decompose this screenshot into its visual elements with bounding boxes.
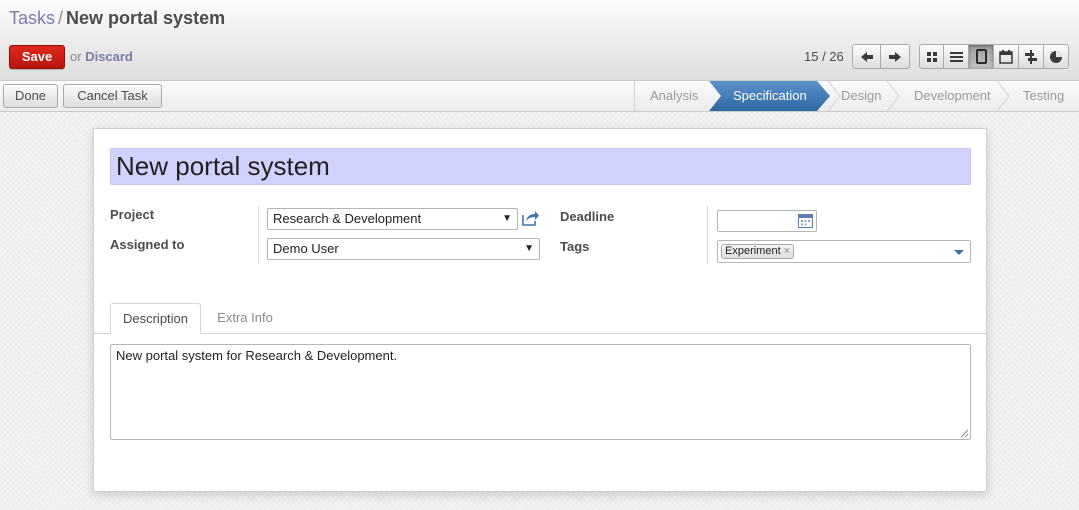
breadcrumb-current: New portal system [66,8,226,28]
tags-input[interactable]: Experiment × [717,240,971,263]
pager-counter[interactable]: 15 / 26 [804,49,844,64]
deadline-label: Deadline [560,209,615,224]
graph-view-button[interactable] [1044,44,1069,69]
calendar-view-button[interactable] [994,44,1019,69]
status-bar: Done Cancel Task Analysis Specification … [0,81,1079,112]
assigned-to-select[interactable]: Demo User ▼ [267,238,540,260]
resize-handle-icon[interactable] [960,429,969,438]
stage-bar: Analysis Specification Design Developmen… [634,81,1079,111]
stage-development[interactable]: Development [914,81,991,111]
view-switcher [919,44,1069,69]
stage-design[interactable]: Design [841,81,881,111]
discard-button[interactable]: Discard [85,49,133,64]
project-select[interactable]: Research & Development ▼ [267,208,518,230]
tag-chip: Experiment × [721,244,795,259]
deadline-input[interactable] [717,210,817,232]
arrow-left-icon [860,51,873,62]
task-title-input[interactable]: New portal system [110,148,971,185]
description-textarea[interactable]: New portal system for Research & Develop… [110,344,971,440]
tab-extra-info[interactable]: Extra Info [204,303,286,334]
kanban-view-button[interactable] [919,44,944,69]
list-view-button[interactable] [944,44,969,69]
save-button[interactable]: Save [9,45,65,69]
stage-analysis[interactable]: Analysis [650,81,698,111]
form-view-icon [975,49,987,64]
form-sheet: New portal system Project Assigned to Re… [93,128,987,492]
previous-record-button[interactable] [852,44,881,69]
top-bar: Tasks / New portal system Save or Discard … [0,0,1079,81]
pager-buttons [852,44,910,69]
stage-specification[interactable]: Specification [733,81,807,111]
stage-separator-icon [996,81,1010,111]
list-view-icon [949,52,963,62]
stage-separator-icon [886,81,900,111]
gantt-view-button[interactable] [1019,44,1044,69]
gantt-view-icon [1025,49,1037,64]
form-view-button[interactable] [969,44,994,69]
dropdown-caret-icon: ▼ [502,213,512,224]
next-record-button[interactable] [881,44,910,69]
kanban-view-icon [926,51,937,62]
assigned-to-label: Assigned to [110,237,185,252]
breadcrumb: Tasks / New portal system [9,8,225,29]
breadcrumb-separator: / [58,8,64,28]
stage-separator-icon [827,81,841,111]
calendar-picker-icon[interactable] [798,214,813,228]
tab-description[interactable]: Description [110,303,201,334]
tag-label: Experiment [725,245,781,257]
project-label: Project [110,207,155,222]
arrow-right-icon [889,51,901,62]
remove-tag-icon[interactable]: × [784,245,790,257]
description-text: New portal system for Research & Develop… [116,348,398,363]
done-button[interactable]: Done [3,84,58,108]
breadcrumb-tasks-link[interactable]: Tasks [9,8,55,28]
cancel-task-button[interactable]: Cancel Task [63,84,162,108]
discard-wrap: or Discard [70,49,133,64]
calendar-view-icon [999,49,1013,64]
stage-testing[interactable]: Testing [1023,81,1064,111]
tags-dropdown-icon[interactable] [954,250,964,255]
dropdown-caret-icon: ▼ [524,243,534,254]
project-value: Research & Development [273,211,422,226]
or-text: or [70,49,82,64]
field-separator [258,206,259,264]
tags-label: Tags [560,239,590,254]
field-separator [707,206,708,264]
graph-view-icon [1050,50,1062,63]
external-link-icon[interactable] [522,210,540,226]
assigned-to-value: Demo User [273,241,339,256]
